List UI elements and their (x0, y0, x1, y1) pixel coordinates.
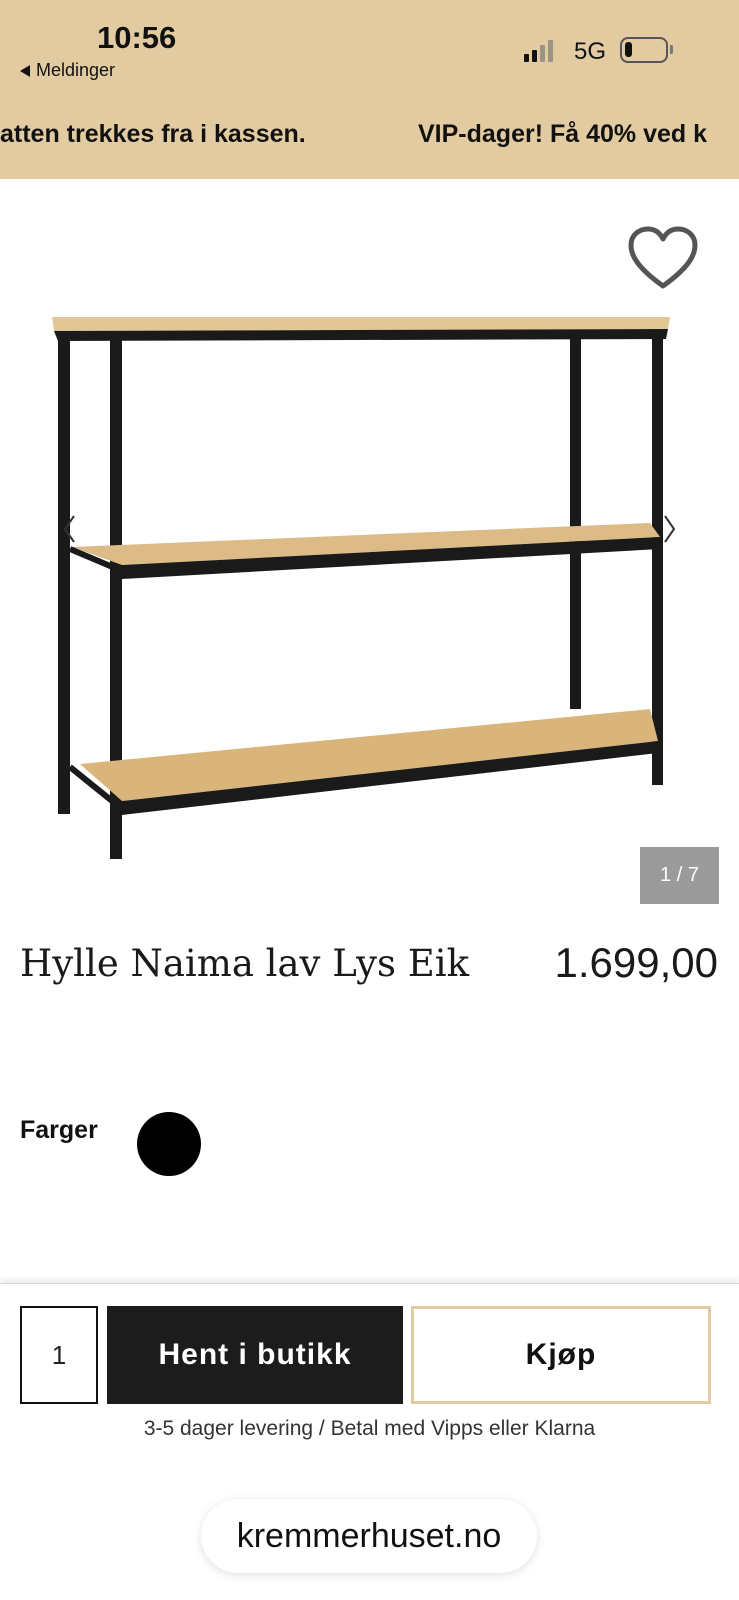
product-title: Hylle Naima lav Lys Eik (20, 942, 470, 985)
cellular-signal-icon (524, 40, 553, 62)
network-type: 5G (574, 38, 607, 65)
heart-outline-icon[interactable] (628, 226, 698, 292)
product-price: 1.699,00 (554, 939, 719, 986)
pickup-in-store-button[interactable]: Hent i butikk (107, 1306, 403, 1404)
image-counter: 1 / 7 (640, 847, 719, 904)
back-link-label: Meldinger (36, 60, 116, 80)
battery-icon (620, 37, 668, 63)
chevron-right-icon[interactable] (663, 514, 677, 544)
product-gallery[interactable]: 1 / 7 (0, 179, 739, 909)
battery-nub (670, 45, 673, 54)
back-to-messages-link[interactable]: Meldinger (20, 60, 115, 81)
quantity-input[interactable]: 1 (20, 1306, 98, 1404)
color-swatch-black[interactable] (137, 1112, 201, 1176)
promo-text-right: VIP-dager! Få 40% ved k (418, 120, 708, 148)
chevron-left-icon[interactable] (62, 514, 76, 544)
promo-marquee[interactable]: atten trekkes fra i kassen. VIP-dager! F… (0, 120, 739, 156)
product-image (52, 317, 670, 859)
promo-text-left: atten trekkes fra i kassen. (0, 120, 306, 148)
status-time: 10:56 (97, 20, 177, 55)
top-header: 10:56 Meldinger 5G atten trekkes fra i k… (0, 0, 739, 179)
delivery-info: 3-5 dager levering / Betal med Vipps ell… (143, 1417, 596, 1440)
buy-button[interactable]: Kjøp (411, 1306, 711, 1404)
back-arrow-icon (20, 64, 30, 77)
colors-label: Farger (20, 1116, 98, 1144)
browser-address-bar[interactable]: kremmerhuset.no (201, 1499, 537, 1573)
buy-bar: 1 Hent i butikk Kjøp 3-5 dager levering … (0, 1283, 739, 1600)
